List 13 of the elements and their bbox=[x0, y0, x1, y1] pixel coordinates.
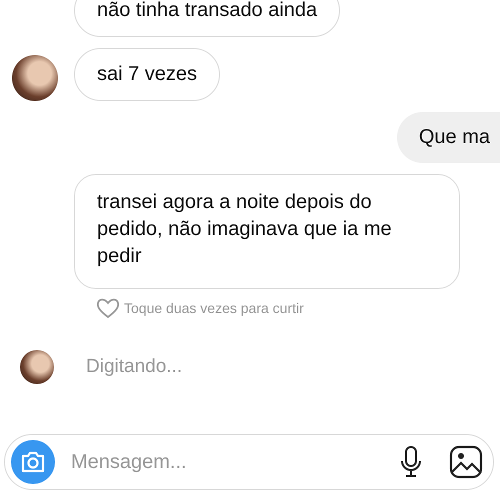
camera-button[interactable] bbox=[11, 440, 55, 484]
camera-icon[interactable] bbox=[20, 451, 46, 473]
message-bubble: não tinha transado ainda bbox=[74, 0, 340, 37]
typing-indicator: Digitando... bbox=[86, 356, 182, 378]
image-icon[interactable] bbox=[449, 445, 483, 479]
message-composer[interactable]: Mensagem... bbox=[4, 434, 494, 490]
message-bubble: sai 7 vezes bbox=[74, 48, 220, 101]
avatar bbox=[20, 350, 54, 384]
message-bubble: transei agora a noite depois do pedido, não imaginava que ia me pedir bbox=[74, 174, 460, 289]
message-bubble: Que ma bbox=[396, 112, 500, 163]
microphone-icon[interactable] bbox=[399, 445, 423, 479]
heart-icon[interactable] bbox=[96, 297, 120, 319]
like-hint: Toque duas vezes para curtir bbox=[124, 300, 304, 316]
